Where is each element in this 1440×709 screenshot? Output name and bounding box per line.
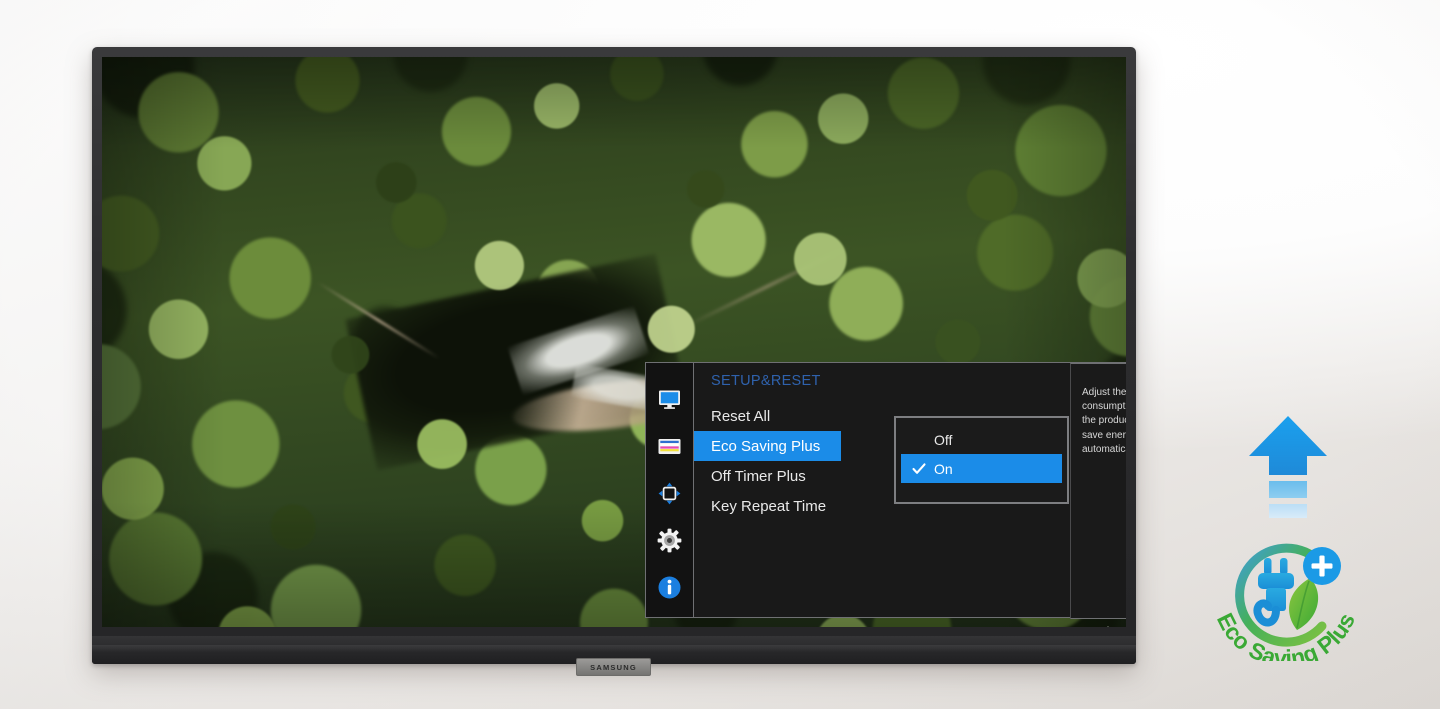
check-icon [912,462,926,476]
monitor-screen: SETUP&RESET Reset All Eco Saving Plus Of… [102,57,1126,627]
osd-icon-sidebar [645,362,694,618]
monitor-stand-neck: SAMSUNG [576,658,651,676]
monitor-icon[interactable] [657,387,682,412]
monitor: SETUP&RESET Reset All Eco Saving Plus Of… [92,47,1136,664]
move-arrows-icon[interactable] [657,481,682,506]
osd-body: SETUP&RESET Reset All Eco Saving Plus Of… [645,362,1126,619]
osd-description: Adjust the power consumption of the prod… [1070,363,1126,619]
osd-bottom-bar: AUTO [645,621,1126,627]
info-icon[interactable] [657,575,682,600]
svg-text:Eco Saving Plus: Eco Saving Plus [1212,609,1360,661]
osd-title: SETUP&RESET [711,373,821,389]
menu-item-key-repeat-time[interactable]: Key Repeat Time [694,491,841,521]
osd-main-panel: SETUP&RESET Reset All Eco Saving Plus Of… [694,362,1126,619]
eco-logo-text: Eco Saving Plus [1212,609,1360,661]
power-icon[interactable] [1100,626,1116,627]
eco-saving-plus-logo: Eco Saving Plus [1198,536,1373,661]
menu-item-eco-saving-plus[interactable]: Eco Saving Plus [694,431,841,461]
brand-logo: SAMSUNG [590,662,637,672]
chin-gloss [92,645,1136,652]
submenu-option-off-label: Off [934,431,953,448]
osd-submenu: Off On [894,416,1069,504]
submenu-option-off[interactable]: Off [901,425,1062,454]
osd-menu: SETUP&RESET Reset All Eco Saving Plus Of… [645,362,1126,627]
screenshot-root: SETUP&RESET Reset All Eco Saving Plus Of… [0,0,1440,709]
menu-item-off-timer-plus[interactable]: Off Timer Plus [694,461,841,491]
color-palette-icon[interactable] [657,434,682,459]
gear-icon[interactable] [657,528,682,553]
upward-blue-arrow-icon [1243,413,1333,523]
submenu-option-on[interactable]: On [901,454,1062,483]
menu-item-reset-all[interactable]: Reset All [694,401,841,431]
submenu-option-on-label: On [934,460,953,477]
